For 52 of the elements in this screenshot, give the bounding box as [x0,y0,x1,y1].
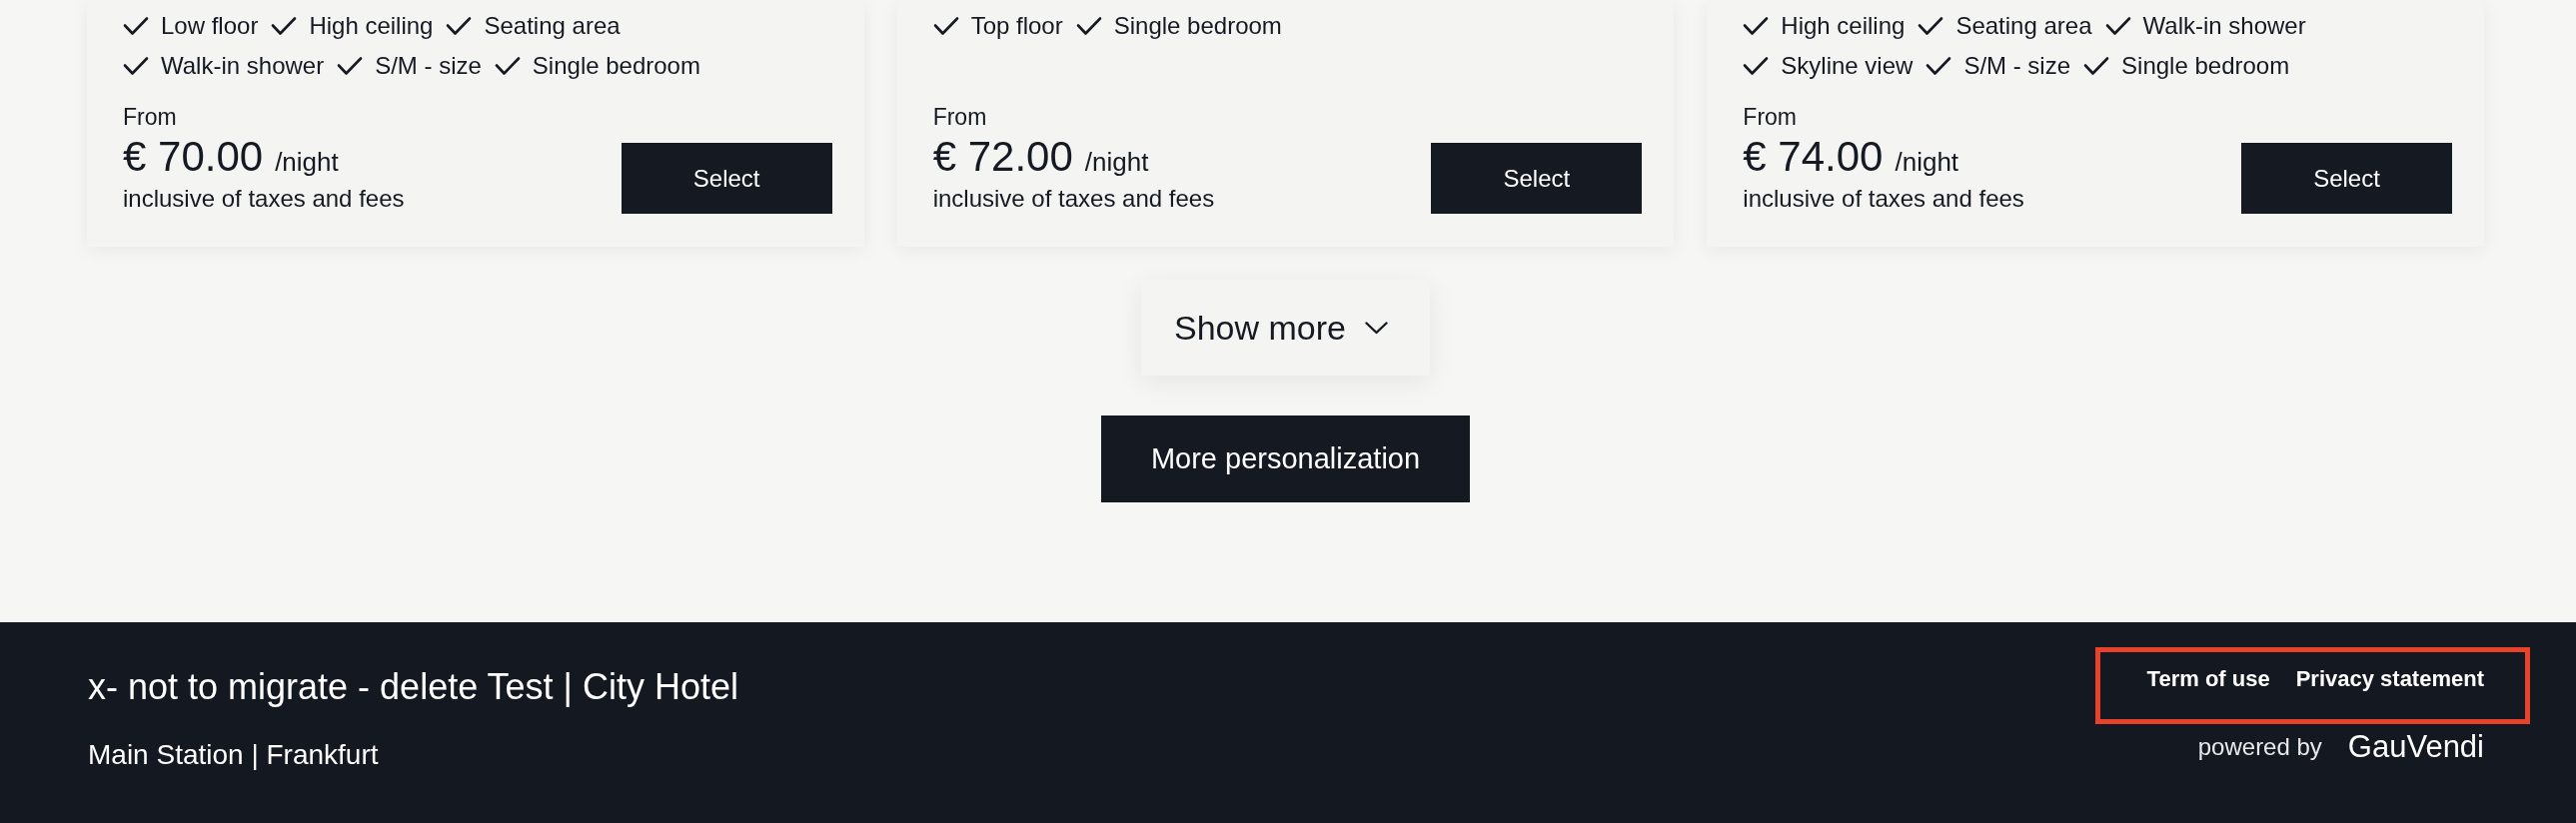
price-amount: € 74.00 [1743,132,1884,182]
price-note: inclusive of taxes and fees [123,184,405,214]
feature-label: Seating area [484,11,621,41]
check-icon [271,16,298,36]
check-icon [446,16,473,36]
brand-logo: GauVendi [2347,729,2484,765]
feature-label: Skyline view [1781,51,1914,81]
price-from-label: From [1743,103,1798,132]
price-from-label: From [123,103,178,132]
price-unit: /night [1084,147,1149,177]
personalization-button[interactable]: More personalization [1100,415,1471,502]
feature-label: Low floor [161,11,259,41]
check-icon [123,56,149,76]
price-from-label: From [932,103,988,132]
check-icon [1743,16,1770,36]
price-note: inclusive of taxes and fees [932,184,1215,214]
powered-by-label: powered by [2197,732,2322,762]
feature-label: Walk-in shower [161,51,325,81]
hotel-location: Main Station | Frankfurt [88,740,380,770]
feature-label: Single bedroom [532,51,700,81]
select-button[interactable]: Select [2241,143,2452,214]
check-icon [1743,56,1770,76]
check-icon [123,16,149,36]
feature-label: Single bedroom [1113,11,1282,41]
show-more-button[interactable]: Show more [1141,280,1430,376]
price-amount: € 72.00 [932,132,1073,182]
feature-label: Walk-in shower [2142,11,2306,41]
price-unit: /night [1895,147,1959,177]
check-icon [337,56,364,76]
feature-label: Top floor [970,11,1063,41]
feature-label: Seating area [1955,11,2092,41]
feature-label: S/M - size [1963,51,2071,81]
feature-label: High ceiling [1781,11,1906,41]
select-button[interactable]: Select [621,143,832,214]
footer-link[interactable]: Privacy statement [2295,665,2484,693]
check-icon [1075,16,1102,36]
footer-link[interactable]: Term of use [2146,665,2270,693]
select-button[interactable]: Select [1431,143,1643,214]
check-icon [932,16,959,36]
hotel-name: x- not to migrate - delete Test | City Hotel [88,665,738,709]
check-icon [1926,56,1952,76]
feature-label: High ceiling [309,11,434,41]
feature-label: Single bedroom [2121,51,2290,81]
check-icon [2083,56,2110,76]
price-amount: € 70.00 [123,132,264,182]
price-note: inclusive of taxes and fees [1743,184,2024,214]
feature-label: S/M - size [375,51,482,81]
check-icon [2104,16,2131,36]
check-icon [494,56,521,76]
price-unit: /night [275,147,339,177]
chevron-down-icon [1365,321,1388,335]
check-icon [1918,16,1944,36]
